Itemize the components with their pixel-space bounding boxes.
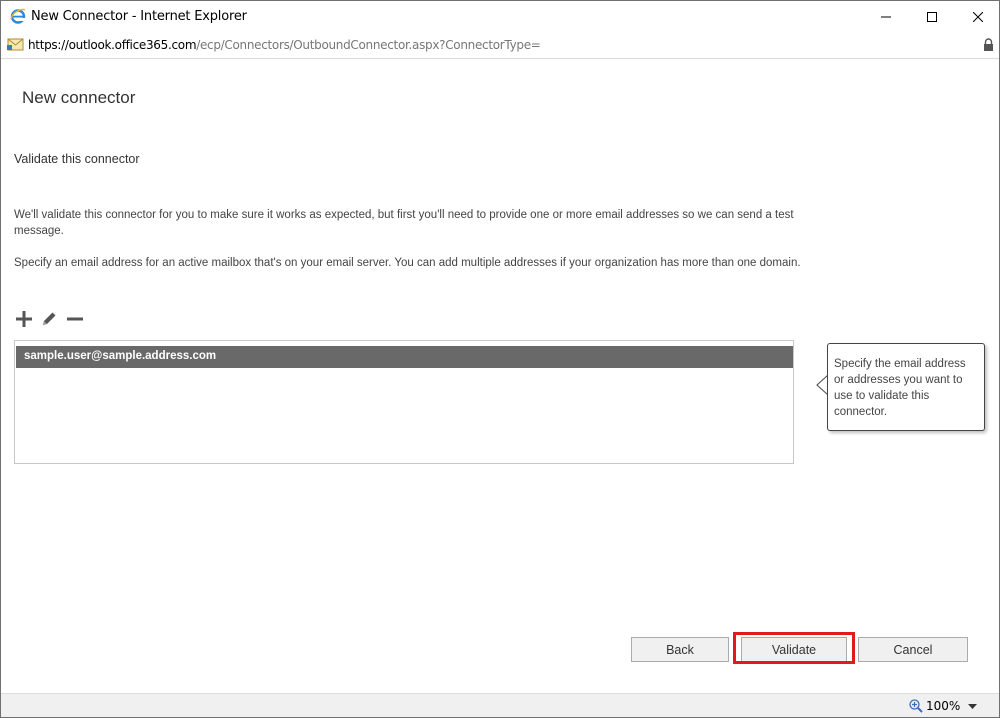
address-bar[interactable]: https://outlook.office365.com/ecp/Connec… xyxy=(1,32,999,59)
cancel-button[interactable]: Cancel xyxy=(858,637,968,662)
chevron-down-icon[interactable] xyxy=(968,704,977,709)
title-bar: New Connector - Internet Explorer xyxy=(1,1,999,32)
url-domain: office365.com xyxy=(114,38,197,52)
maximize-icon xyxy=(927,11,937,22)
maximize-button[interactable] xyxy=(909,1,955,32)
minimize-button[interactable] xyxy=(863,1,909,32)
close-icon xyxy=(973,11,983,22)
internet-explorer-icon xyxy=(10,8,26,24)
validate-button[interactable]: Validate xyxy=(741,637,847,662)
close-button[interactable] xyxy=(955,1,1000,32)
edit-email-button[interactable] xyxy=(39,309,59,329)
mail-icon xyxy=(7,38,24,51)
plus-icon xyxy=(16,311,32,327)
url-text[interactable]: https://outlook.office365.com/ecp/Connec… xyxy=(28,38,541,52)
remove-email-button[interactable] xyxy=(65,309,85,329)
lock-icon[interactable] xyxy=(983,38,994,52)
minimize-icon xyxy=(881,16,891,17)
email-list[interactable]: sample.user@sample.address.com xyxy=(14,340,794,464)
list-item[interactable]: sample.user@sample.address.com xyxy=(16,346,793,368)
window-title: New Connector - Internet Explorer xyxy=(31,9,247,24)
status-bar: 100% xyxy=(1,693,999,717)
pencil-icon xyxy=(43,312,56,325)
instruction-text: Specify an email address for an active m… xyxy=(14,257,801,269)
browser-window: New Connector - Internet Explorer https:… xyxy=(0,0,1000,718)
back-button[interactable]: Back xyxy=(631,637,729,662)
add-email-button[interactable] xyxy=(14,309,34,329)
zoom-icon[interactable] xyxy=(909,699,923,713)
url-path: /ecp/Connectors/OutboundConnector.aspx?C… xyxy=(196,38,541,52)
url-prefix: https://outlook. xyxy=(28,38,115,52)
minus-icon xyxy=(67,317,83,321)
help-callout: Specify the email address or addresses y… xyxy=(827,343,985,431)
page-title: New connector xyxy=(22,88,136,107)
zoom-level[interactable]: 100% xyxy=(926,699,960,713)
description-text: We'll validate this connector for you to… xyxy=(14,209,794,237)
section-title: Validate this connector xyxy=(14,152,140,166)
